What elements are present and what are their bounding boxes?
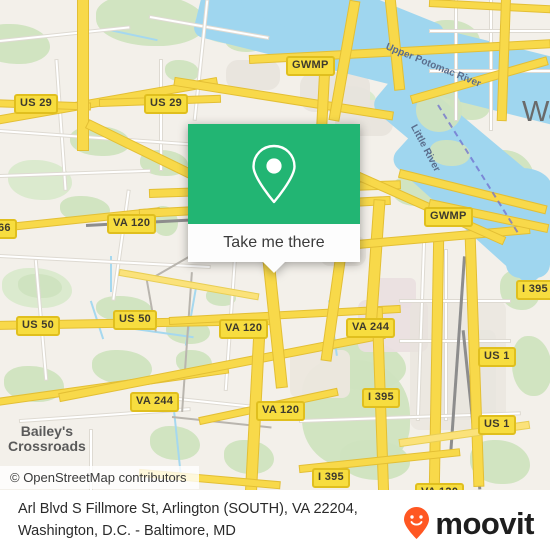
minor-road — [430, 30, 550, 32]
location-title-line2: Washington, D.C. - Baltimore, MD — [18, 523, 236, 539]
minor-road — [400, 300, 510, 302]
road-shield: US 29 — [14, 94, 59, 114]
location-title-line1: Arl Blvd S Fillmore St, Arlington (SOUTH… — [18, 501, 358, 517]
take-me-there-button[interactable]: Take me there — [188, 224, 360, 262]
road-shield: VA 244 — [130, 392, 180, 412]
location-pin-icon — [252, 144, 296, 204]
road-shield: VA 120 — [107, 214, 157, 234]
destination-popup-card[interactable]: Take me there — [188, 124, 360, 273]
location-title: Arl Blvd S Fillmore St, Arlington (SOUTH… — [18, 498, 408, 542]
minor-road — [455, 0, 457, 120]
road-shield: US 1 — [478, 415, 516, 435]
road-shield: US 1 — [478, 347, 516, 367]
road-shield: VA 120 — [219, 319, 269, 339]
minor-road — [445, 250, 447, 420]
road-shield: I 395 — [362, 388, 400, 408]
road-shield: US 50 — [113, 310, 158, 330]
take-me-there-label: Take me there — [223, 234, 325, 251]
road-shield: I 395 — [516, 280, 550, 300]
road-shield: GWMP — [286, 56, 335, 76]
popup-card-header — [188, 124, 360, 224]
road-shield: GWMP — [424, 207, 473, 227]
footer-bar: Arl Blvd S Fillmore St, Arlington (SOUTH… — [0, 490, 550, 550]
landuse-builtup — [226, 60, 280, 90]
screenshot-root: Upper Potomac River Little River Wa Bail… — [0, 0, 550, 550]
road-shield: VA 244 — [346, 318, 396, 338]
place-label-baileys-crossroads: Bailey's Crossroads — [8, 423, 86, 454]
moovit-smiley-pin-icon — [404, 507, 430, 539]
moovit-wordmark: moovit — [435, 505, 534, 541]
road-shield: 66 — [0, 219, 17, 239]
minor-road — [160, 60, 162, 170]
landuse-builtup — [290, 350, 350, 398]
map-attribution[interactable]: © OpenStreetMap contributors — [0, 466, 199, 489]
minor-road — [490, 0, 492, 130]
landuse-park — [512, 336, 550, 396]
moovit-logo[interactable]: moovit — [403, 506, 534, 540]
road-shield: US 29 — [144, 94, 189, 114]
minor-road — [400, 340, 510, 342]
road-shield: VA 120 — [415, 483, 465, 490]
road-shield: VA 120 — [256, 401, 306, 421]
popup-card-tail — [263, 262, 285, 273]
landuse-park — [18, 274, 62, 298]
city-label: Wa — [522, 96, 550, 128]
road-shield: I 395 — [312, 468, 350, 488]
road-shield: US 50 — [16, 316, 61, 336]
